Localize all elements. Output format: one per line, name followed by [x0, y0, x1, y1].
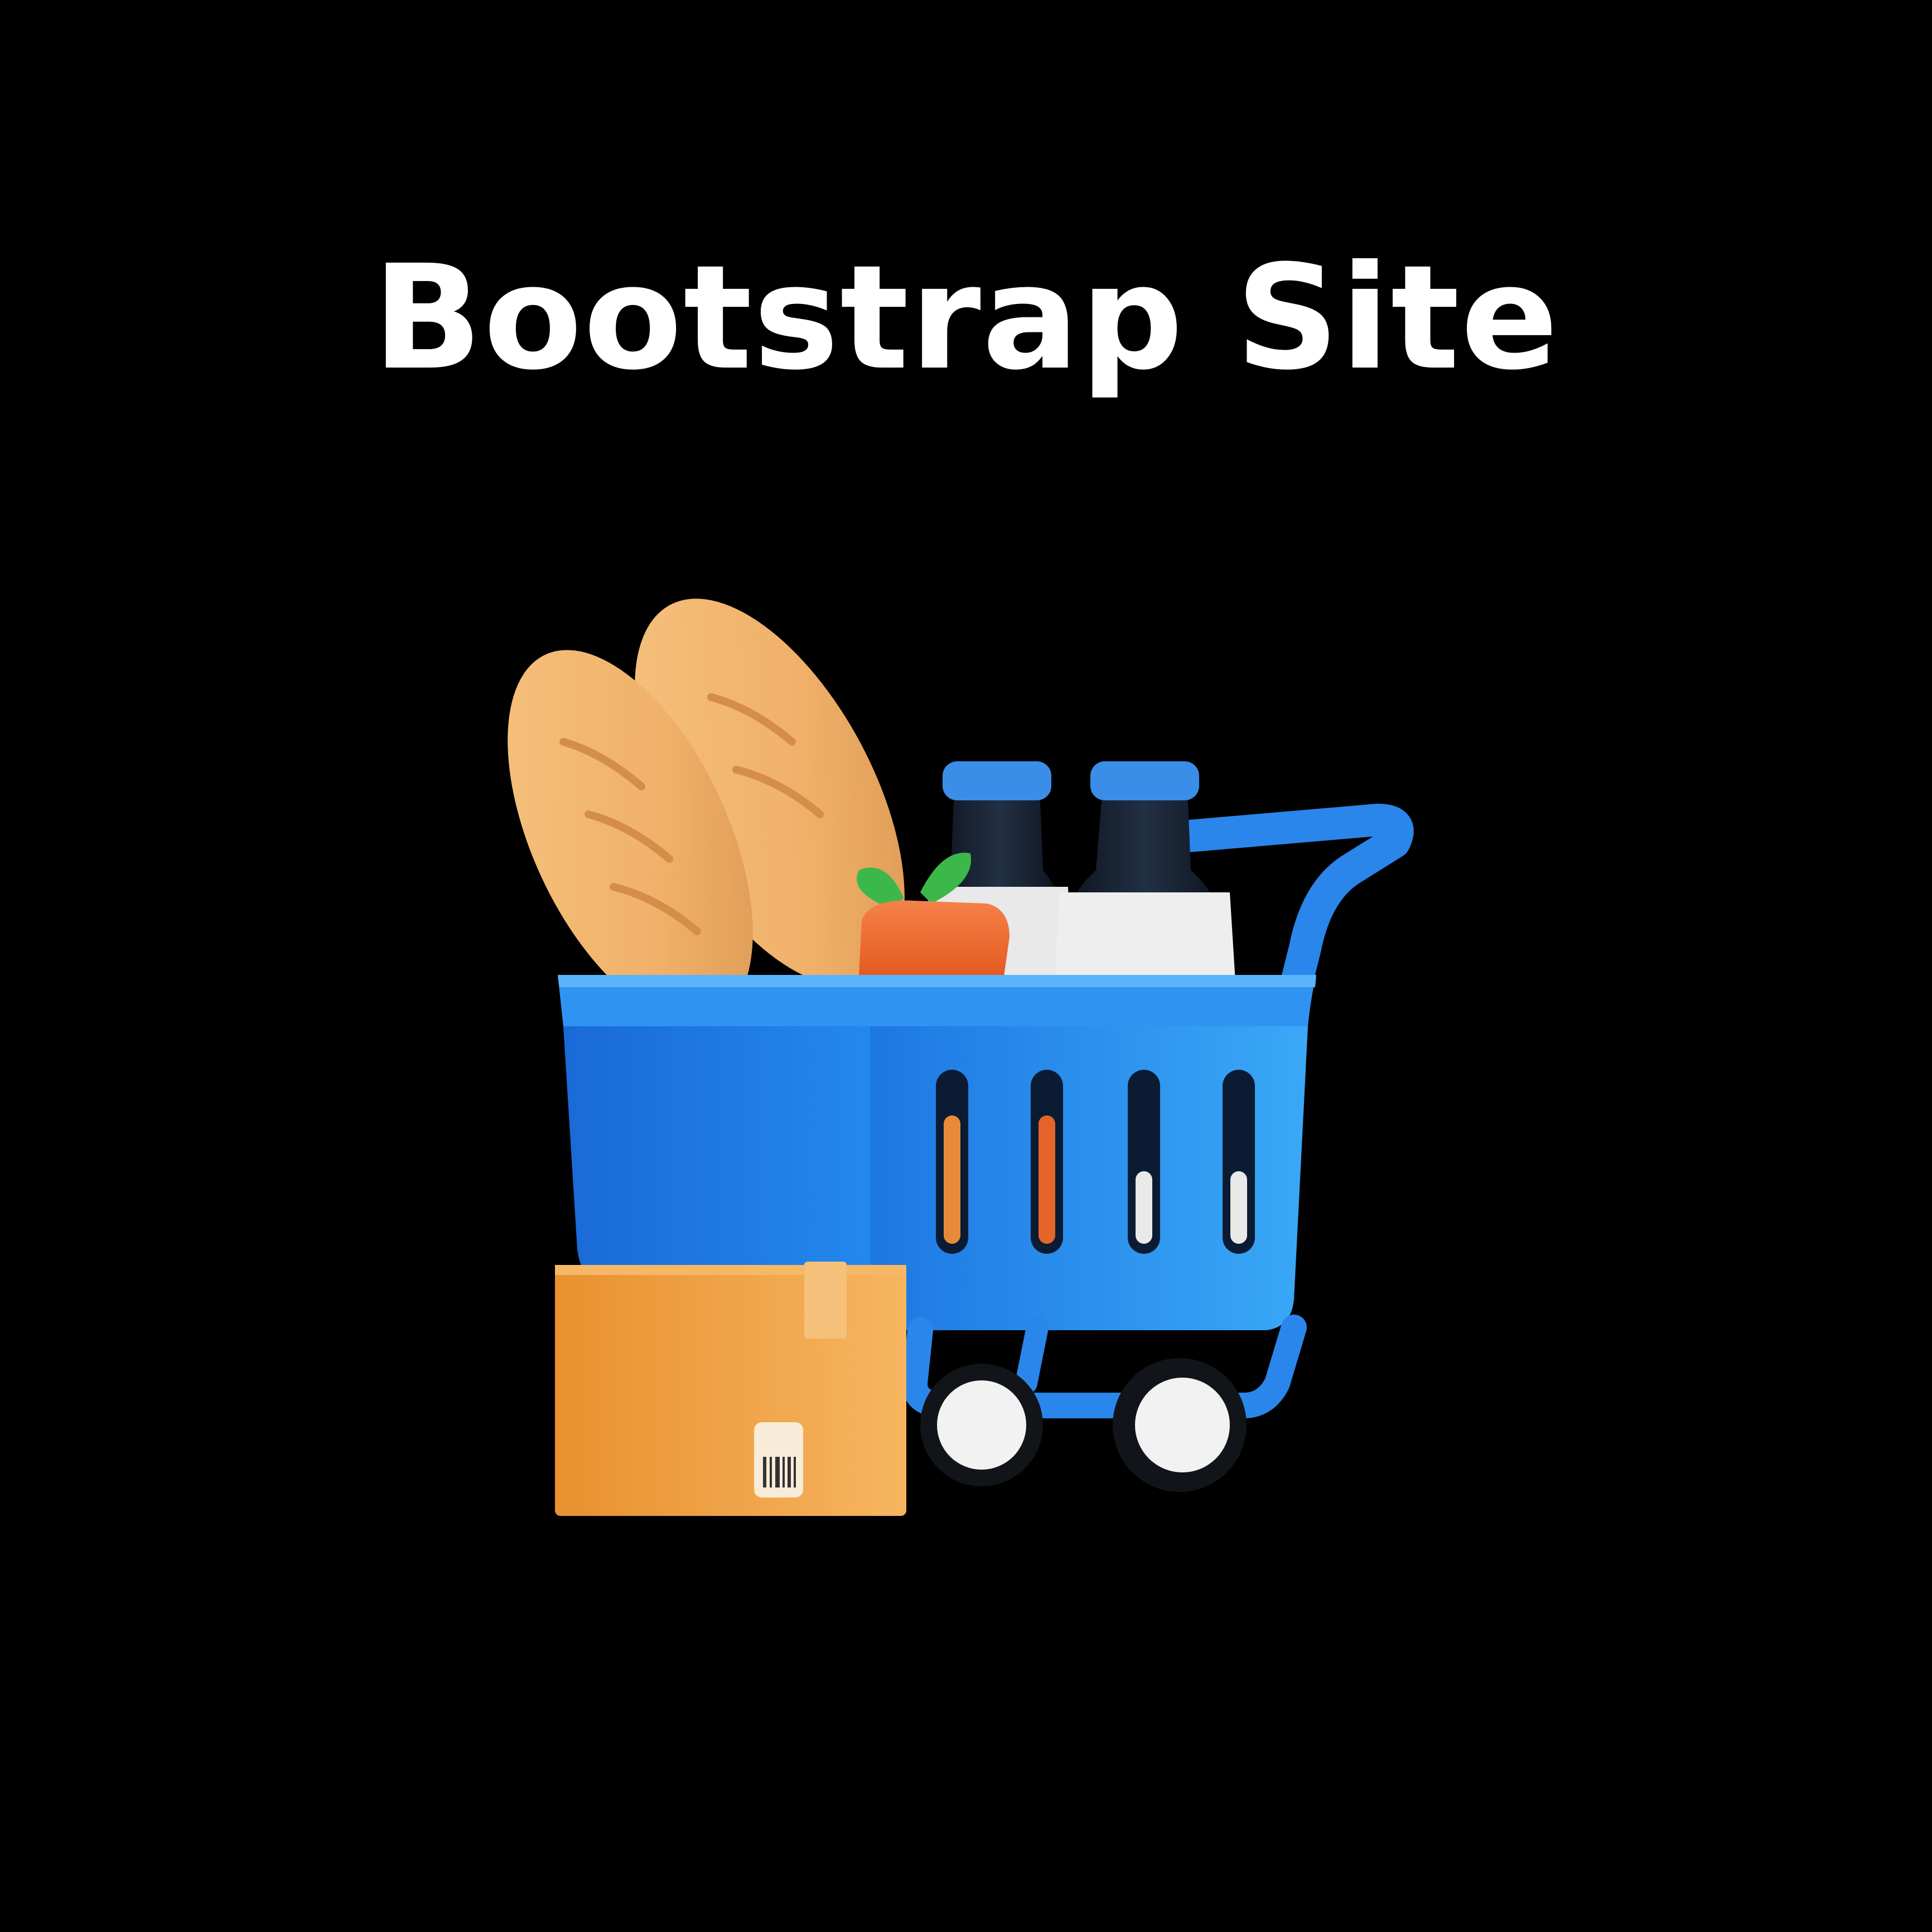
- canvas: Bootstrap Site: [0, 0, 1932, 1932]
- wheel-icon: [920, 1358, 1247, 1492]
- shopping-cart-icon: [508, 598, 1414, 1516]
- box-icon: [555, 1262, 906, 1516]
